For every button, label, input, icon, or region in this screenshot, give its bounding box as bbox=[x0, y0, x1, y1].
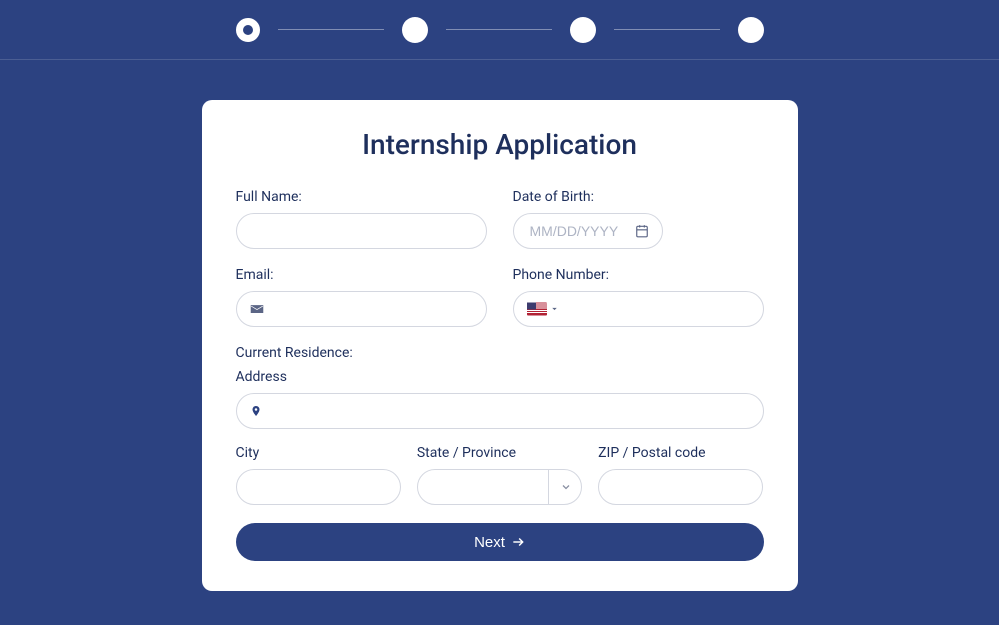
city-input[interactable] bbox=[236, 469, 401, 505]
zip-label: ZIP / Postal code bbox=[598, 445, 763, 461]
zip-input[interactable] bbox=[598, 469, 763, 505]
chevron-down-icon bbox=[550, 305, 559, 314]
application-card: Internship Application Full Name: Date o… bbox=[202, 100, 798, 591]
step-connector bbox=[278, 29, 384, 30]
envelope-icon bbox=[250, 302, 264, 316]
country-flag-selector[interactable] bbox=[527, 303, 559, 316]
email-input[interactable] bbox=[236, 291, 487, 327]
full-name-input[interactable] bbox=[236, 213, 487, 249]
location-pin-icon bbox=[250, 404, 262, 418]
address-input[interactable] bbox=[236, 393, 764, 429]
calendar-icon[interactable] bbox=[635, 224, 649, 238]
stepper bbox=[0, 0, 999, 60]
step-connector bbox=[446, 29, 552, 30]
step-4-dot[interactable] bbox=[738, 17, 764, 43]
next-button[interactable]: Next bbox=[236, 523, 764, 561]
step-1-dot[interactable] bbox=[236, 18, 260, 42]
dob-label: Date of Birth: bbox=[513, 189, 764, 205]
page-title: Internship Application bbox=[236, 128, 764, 161]
step-connector bbox=[614, 29, 720, 30]
city-label: City bbox=[236, 445, 401, 461]
arrow-right-icon bbox=[511, 535, 525, 549]
step-3-dot[interactable] bbox=[570, 17, 596, 43]
residence-section-label: Current Residence: bbox=[236, 345, 764, 361]
step-2-dot[interactable] bbox=[402, 17, 428, 43]
next-button-label: Next bbox=[474, 534, 505, 551]
full-name-label: Full Name: bbox=[236, 189, 487, 205]
address-label: Address bbox=[236, 369, 764, 385]
state-label: State / Province bbox=[417, 445, 582, 461]
state-select[interactable] bbox=[417, 469, 582, 505]
phone-label: Phone Number: bbox=[513, 267, 764, 283]
email-label: Email: bbox=[236, 267, 487, 283]
us-flag-icon bbox=[527, 303, 547, 316]
